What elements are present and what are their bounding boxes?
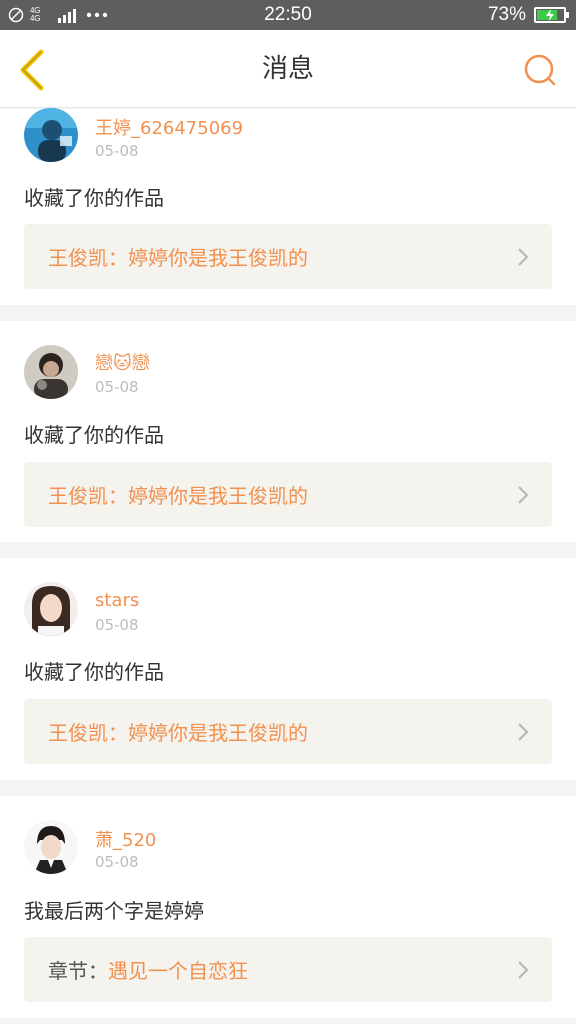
search-button[interactable] — [520, 50, 560, 90]
battery-icon — [534, 7, 569, 23]
notification-date: 05-08 — [95, 616, 139, 634]
user-avatar[interactable] — [24, 582, 78, 636]
notification-action: 收藏了你的作品 — [24, 423, 164, 447]
quoted-work[interactable]: 王俊凯：婷婷你是我王俊凯的 — [24, 224, 552, 289]
notification-card[interactable]: stars 05-08 收藏了你的作品 王俊凯：婷婷你是我王俊凯的 — [0, 558, 576, 780]
chevron-right-icon — [518, 961, 529, 979]
user-avatar[interactable] — [24, 345, 78, 399]
user-avatar[interactable] — [24, 820, 78, 874]
search-icon — [524, 54, 556, 86]
notification-date: 05-08 — [95, 853, 139, 871]
user-name[interactable]: 萧_520 — [95, 826, 156, 852]
notification-date: 05-08 — [95, 142, 139, 160]
quoted-work[interactable]: 王俊凯：婷婷你是我王俊凯的 — [24, 462, 552, 527]
charging-bolt-icon — [546, 9, 554, 21]
quote-text: 遇见一个自恋狂 — [108, 959, 248, 983]
user-name[interactable]: 戀🐱戀 — [95, 349, 150, 375]
chevron-right-icon — [518, 723, 529, 741]
page-title: 消息 — [261, 54, 314, 84]
chevron-right-icon — [518, 486, 529, 504]
quote-text: 王俊凯：婷婷你是我王俊凯的 — [48, 484, 308, 508]
chevron-right-icon — [518, 248, 529, 266]
user-name[interactable]: stars — [95, 590, 139, 611]
notification-action: 收藏了你的作品 — [24, 660, 164, 684]
quote-text: 王俊凯：婷婷你是我王俊凯的 — [48, 246, 308, 270]
status-right: 73% — [487, 0, 569, 30]
quote-text: 王俊凯：婷婷你是我王俊凯的 — [48, 721, 308, 745]
quoted-work[interactable]: 章节： 遇见一个自恋狂 — [24, 937, 552, 1002]
notification-action: 收藏了你的作品 — [24, 186, 164, 210]
notification-card[interactable]: 王婷_626475069 05-08 收藏了你的作品 王俊凯：婷婷你是我王俊凯的 — [0, 108, 576, 305]
quoted-work[interactable]: 王俊凯：婷婷你是我王俊凯的 — [24, 699, 552, 764]
notification-action: 我最后两个字是婷婷 — [24, 899, 204, 923]
notification-date: 05-08 — [95, 378, 139, 396]
battery-percent: 73% — [487, 4, 526, 25]
status-bar: 4G 4G 22:50 73% — [0, 0, 576, 30]
notification-card[interactable]: 戀🐱戀 05-08 收藏了你的作品 王俊凯：婷婷你是我王俊凯的 — [0, 321, 576, 542]
user-avatar[interactable] — [24, 108, 78, 162]
quote-prefix: 章节： — [48, 959, 108, 983]
app-header: 消息 — [0, 30, 576, 108]
user-name[interactable]: 王婷_626475069 — [95, 114, 243, 140]
notification-card[interactable]: 萧_520 05-08 我最后两个字是婷婷 章节： 遇见一个自恋狂 — [0, 796, 576, 1018]
